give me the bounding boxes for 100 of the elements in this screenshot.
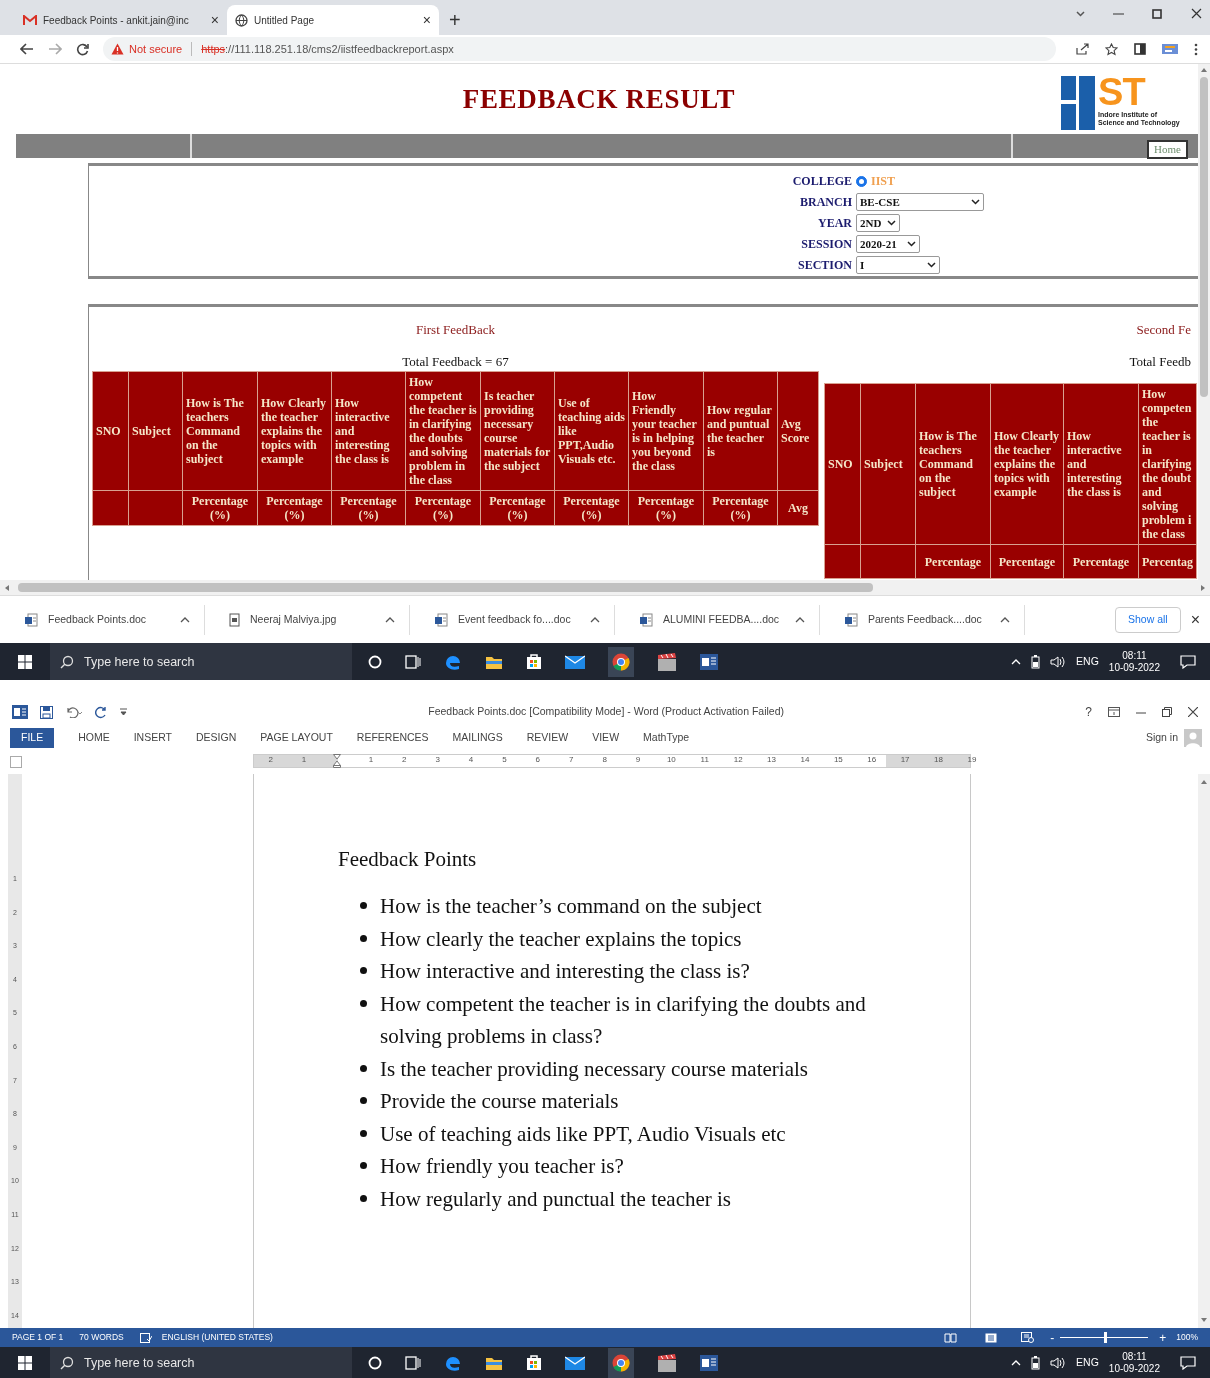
task-view-icon[interactable] bbox=[405, 654, 421, 669]
windows-icon[interactable] bbox=[18, 1355, 32, 1370]
windows-icon[interactable] bbox=[18, 654, 32, 669]
caret-up-icon[interactable] bbox=[1011, 658, 1022, 665]
show-all-button[interactable]: Show all bbox=[1114, 606, 1181, 633]
slider-thumb[interactable] bbox=[1104, 1332, 1108, 1343]
clock[interactable]: 08:11 10-09-2022 bbox=[1108, 649, 1160, 674]
store-bag-icon[interactable] bbox=[526, 653, 542, 670]
share-icon[interactable] bbox=[1076, 43, 1089, 55]
circle-icon[interactable] bbox=[368, 1355, 382, 1370]
search-field[interactable]: Type here to search bbox=[50, 643, 352, 680]
store-bag-icon[interactable] bbox=[526, 1354, 542, 1371]
save-icon[interactable] bbox=[40, 705, 53, 719]
ruler-number: 7 bbox=[569, 754, 574, 766]
ribbon-tab[interactable]: REFERENCES bbox=[356, 728, 429, 748]
download-item[interactable]: Parents Feedback....doc bbox=[820, 604, 1025, 635]
task-view-icon[interactable] bbox=[405, 1355, 421, 1370]
circle-icon[interactable] bbox=[368, 654, 382, 669]
ribbon-tab[interactable]: DESIGN bbox=[196, 728, 237, 748]
word-app-icon[interactable] bbox=[12, 705, 28, 719]
scroll-up-icon[interactable] bbox=[1200, 779, 1208, 785]
scrollbar[interactable] bbox=[1198, 774, 1210, 1328]
logo-mark-icon bbox=[1061, 76, 1095, 130]
browser-tab[interactable]: Untitled Page × bbox=[227, 5, 439, 35]
clapperboard-icon[interactable] bbox=[657, 1352, 677, 1373]
close-tab-button[interactable]: × bbox=[422, 9, 431, 31]
ribbon-tab[interactable]: REVIEW bbox=[526, 728, 569, 748]
battery-icon[interactable] bbox=[1031, 654, 1041, 669]
address-field[interactable]: Not secure https://111.118.251.18/cms2/iistfeedbackreport.aspx bbox=[103, 37, 1056, 61]
ribbon-tab[interactable]: MathType bbox=[643, 728, 690, 748]
chrome-icon[interactable] bbox=[612, 652, 630, 671]
ribbon-display-icon[interactable] bbox=[1108, 707, 1120, 717]
ribbon-tab[interactable]: MAILINGS bbox=[452, 728, 503, 748]
menu-dots-icon[interactable] bbox=[1194, 42, 1198, 56]
home-link[interactable]: Home bbox=[1147, 140, 1188, 159]
close-tab-button[interactable]: × bbox=[210, 9, 219, 31]
close-button[interactable]: × bbox=[1190, 607, 1200, 632]
ribbon-tab[interactable]: HOME bbox=[78, 728, 110, 748]
extension-icon[interactable] bbox=[1162, 43, 1178, 55]
download-item[interactable]: ALUMINI FEEDBA....doc bbox=[615, 604, 820, 635]
language-indicator[interactable]: ENG bbox=[1076, 1354, 1099, 1371]
notification-icon[interactable] bbox=[1180, 654, 1196, 669]
battery-icon[interactable] bbox=[1031, 1355, 1041, 1370]
close-icon[interactable] bbox=[1188, 707, 1198, 717]
download-item[interactable]: Neeraj Malviya.jpg bbox=[205, 604, 410, 635]
file-tab[interactable]: FILE bbox=[10, 728, 55, 748]
zoom-in-button[interactable]: + bbox=[1159, 1331, 1167, 1344]
clock[interactable]: 08:11 10-09-2022 bbox=[1108, 1350, 1160, 1375]
read-mode-icon[interactable] bbox=[944, 1332, 958, 1343]
word-app-icon[interactable] bbox=[700, 653, 718, 670]
ribbon-tab[interactable]: INSERT bbox=[133, 728, 172, 748]
scroll-left-icon[interactable] bbox=[4, 583, 10, 592]
radio-button[interactable] bbox=[856, 175, 867, 187]
restore-icon[interactable] bbox=[1152, 8, 1163, 19]
scrollbar-thumb[interactable] bbox=[1200, 77, 1208, 397]
zoom-out-button[interactable]: - bbox=[1050, 1331, 1055, 1344]
scroll-up-icon[interactable] bbox=[1200, 67, 1208, 73]
word-app-icon[interactable] bbox=[700, 1354, 718, 1371]
customize-icon[interactable] bbox=[120, 708, 127, 716]
tab-title: Untitled Page bbox=[254, 13, 316, 28]
new-tab-button[interactable]: + bbox=[449, 10, 461, 30]
undo-icon[interactable] bbox=[65, 706, 83, 718]
envelope-icon[interactable] bbox=[565, 654, 585, 669]
back-arrow-icon[interactable] bbox=[20, 43, 34, 55]
envelope-icon[interactable] bbox=[565, 1355, 585, 1370]
star-icon[interactable] bbox=[1105, 42, 1118, 56]
sign-in-link[interactable]: Sign in bbox=[1145, 730, 1178, 746]
print-layout-icon[interactable] bbox=[985, 1332, 998, 1343]
indent-marker-icon[interactable] bbox=[333, 754, 342, 768]
chrome-icon[interactable] bbox=[612, 1353, 630, 1372]
dropdown[interactable]: 2020-21 bbox=[856, 235, 920, 253]
language-status[interactable]: ENGLISH (UNITED STATES) bbox=[161, 1331, 273, 1344]
column-header: How is The teachers Command on the subject bbox=[915, 383, 991, 545]
restore-icon[interactable] bbox=[1162, 707, 1172, 717]
language-indicator[interactable]: ENG bbox=[1076, 653, 1099, 670]
ribbon-tab[interactable]: VIEW bbox=[592, 728, 620, 748]
redo-icon[interactable] bbox=[95, 705, 108, 719]
web-layout-icon[interactable] bbox=[1021, 1332, 1035, 1343]
clapperboard-icon[interactable] bbox=[657, 651, 677, 672]
scroll-down-icon[interactable] bbox=[1200, 1317, 1208, 1323]
download-item[interactable]: Event feedback fo....doc bbox=[410, 604, 615, 635]
scrollbar-thumb[interactable] bbox=[18, 583, 873, 592]
proofing-icon[interactable] bbox=[139, 1332, 152, 1343]
download-item[interactable]: Feedback Points.doc bbox=[0, 604, 205, 635]
dropdown[interactable]: BE-CSE bbox=[856, 193, 984, 211]
close-icon[interactable] bbox=[1191, 8, 1202, 19]
help-button[interactable]: ? bbox=[1085, 703, 1092, 721]
sidebar-icon[interactable] bbox=[1134, 43, 1146, 55]
scrollbar[interactable] bbox=[1198, 64, 1210, 580]
reload-icon[interactable] bbox=[76, 42, 89, 56]
dropdown[interactable]: I bbox=[856, 256, 940, 274]
search-field[interactable]: Type here to search bbox=[50, 1347, 352, 1378]
caret-up-icon[interactable] bbox=[1011, 1359, 1022, 1366]
scroll-right-icon[interactable] bbox=[1200, 583, 1206, 592]
horizontal-scrollbar[interactable] bbox=[0, 580, 1210, 595]
ribbon-tab[interactable]: PAGE LAYOUT bbox=[260, 728, 333, 748]
dropdown[interactable]: 2ND bbox=[856, 214, 900, 232]
speaker-icon[interactable] bbox=[1050, 1356, 1067, 1369]
speaker-icon[interactable] bbox=[1050, 655, 1067, 668]
notification-icon[interactable] bbox=[1180, 1355, 1196, 1370]
